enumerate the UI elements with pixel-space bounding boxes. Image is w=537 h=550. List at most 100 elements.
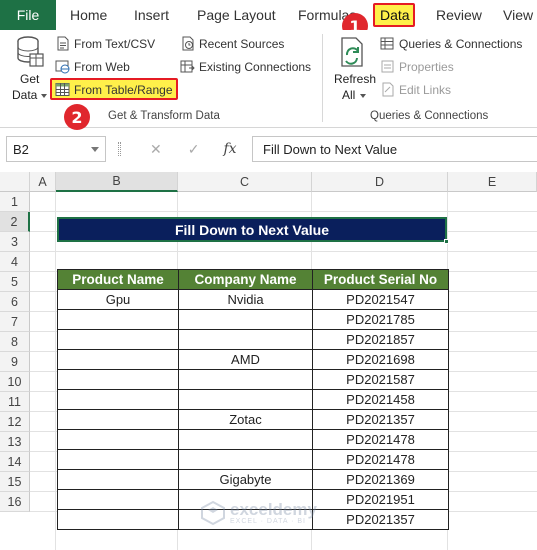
row-header[interactable]: 15	[0, 472, 30, 492]
recent-sources-button[interactable]: Recent Sources	[180, 36, 284, 51]
row-header[interactable]: 1	[0, 192, 30, 212]
get-data-label-2: Data	[12, 88, 38, 102]
product-name-cell[interactable]	[57, 409, 179, 430]
insert-function-icon[interactable]: fx	[223, 141, 236, 157]
table-row: Gigabyte PD2021369	[57, 469, 449, 490]
serial-no-cell[interactable]: PD2021369	[312, 469, 449, 490]
formula-input[interactable]: Fill Down to Next Value	[252, 136, 537, 162]
row-header[interactable]: 14	[0, 452, 30, 472]
edit-links-button[interactable]: Edit Links	[380, 82, 451, 97]
from-web-button[interactable]: From Web	[55, 59, 130, 74]
name-box[interactable]: B2	[6, 136, 106, 162]
company-name-cell[interactable]: Gigabyte	[178, 469, 313, 490]
enter-icon[interactable]: ✓	[188, 141, 200, 158]
row-header[interactable]: 5	[0, 272, 30, 292]
watermark-name: exceldemy	[230, 499, 317, 519]
properties-button[interactable]: Properties	[380, 59, 454, 74]
name-box-value: B2	[13, 141, 29, 157]
row-header[interactable]: 8	[0, 332, 30, 352]
chevron-down-icon	[360, 94, 366, 98]
existing-connections-button[interactable]: Existing Connections	[180, 59, 311, 74]
product-name-cell[interactable]	[57, 309, 179, 330]
tab-page-layout[interactable]: Page Layout	[197, 0, 276, 30]
tab-home[interactable]: Home	[70, 0, 107, 30]
chevron-down-icon	[91, 147, 99, 152]
serial-no-cell[interactable]: PD2021357	[312, 409, 449, 430]
serial-no-cell[interactable]: PD2021357	[312, 509, 449, 530]
fill-handle[interactable]	[444, 239, 449, 244]
serial-no-cell[interactable]: PD2021478	[312, 449, 449, 470]
gridline	[55, 192, 56, 550]
header-product-name[interactable]: Product Name	[57, 269, 179, 290]
company-name-cell[interactable]	[178, 329, 313, 350]
product-name-cell[interactable]	[57, 469, 179, 490]
refresh-all-button[interactable]: Refresh All	[332, 36, 376, 102]
gridline	[30, 251, 537, 252]
from-web-label: From Web	[74, 59, 130, 74]
row-header[interactable]: 9	[0, 352, 30, 372]
tab-review[interactable]: Review	[436, 0, 482, 30]
drag-handle-icon[interactable]	[118, 142, 121, 156]
select-all-corner[interactable]	[0, 172, 30, 192]
row-header[interactable]: 2	[0, 212, 30, 232]
from-table-range-button[interactable]: From Table/Range	[55, 82, 173, 97]
row-header[interactable]: 7	[0, 312, 30, 332]
table-icon	[55, 83, 70, 96]
column-header-b[interactable]: B	[56, 172, 178, 192]
tab-insert[interactable]: Insert	[134, 0, 169, 30]
company-name-cell[interactable]	[178, 369, 313, 390]
serial-no-cell[interactable]: PD2021547	[312, 289, 449, 310]
get-data-button[interactable]: Get Data	[10, 36, 48, 102]
product-name-cell[interactable]	[57, 489, 179, 510]
column-header-d[interactable]: D	[312, 172, 448, 192]
queries-connections-button[interactable]: Queries & Connections	[380, 36, 522, 51]
company-name-cell[interactable]: AMD	[178, 349, 313, 370]
serial-no-cell[interactable]: PD2021587	[312, 369, 449, 390]
refresh-label-2: All	[342, 88, 356, 102]
product-name-cell[interactable]	[57, 329, 179, 350]
row-header[interactable]: 16	[0, 492, 30, 512]
row-header[interactable]: 4	[0, 252, 30, 272]
column-header-e[interactable]: E	[448, 172, 537, 192]
serial-no-cell[interactable]: PD2021698	[312, 349, 449, 370]
company-name-cell[interactable]	[178, 449, 313, 470]
get-transform-group-label: Get & Transform Data	[108, 110, 220, 122]
row-header[interactable]: 3	[0, 232, 30, 252]
header-company-name[interactable]: Company Name	[178, 269, 313, 290]
row-header[interactable]: 11	[0, 392, 30, 412]
company-name-cell[interactable]	[178, 309, 313, 330]
header-product-serial-no[interactable]: Product Serial No	[312, 269, 449, 290]
product-name-cell[interactable]	[57, 389, 179, 410]
product-name-cell[interactable]	[57, 509, 179, 530]
serial-no-cell[interactable]: PD2021857	[312, 329, 449, 350]
company-name-cell[interactable]	[178, 389, 313, 410]
tab-file[interactable]: File	[0, 0, 56, 30]
table-row: PD2021587	[57, 369, 449, 390]
serial-no-cell[interactable]: PD2021951	[312, 489, 449, 510]
watermark-tagline: EXCEL · DATA · BI	[230, 517, 306, 525]
cancel-icon[interactable]: ✕	[150, 141, 162, 158]
serial-no-cell[interactable]: PD2021785	[312, 309, 449, 330]
product-name-cell[interactable]	[57, 349, 179, 370]
product-name-cell[interactable]: Gpu	[57, 289, 179, 310]
row-header[interactable]: 13	[0, 432, 30, 452]
column-header-c[interactable]: C	[178, 172, 312, 192]
column-header-a[interactable]: A	[30, 172, 56, 192]
tab-view[interactable]: View	[503, 0, 533, 30]
company-name-cell[interactable]: Nvidia	[178, 289, 313, 310]
tab-data[interactable]: Data	[380, 0, 410, 30]
company-name-cell[interactable]	[178, 429, 313, 450]
serial-no-cell[interactable]: PD2021478	[312, 429, 449, 450]
product-name-cell[interactable]	[57, 429, 179, 450]
product-name-cell[interactable]	[57, 369, 179, 390]
sheet-title-cell[interactable]: Fill Down to Next Value	[57, 217, 447, 242]
row-header[interactable]: 6	[0, 292, 30, 312]
product-name-cell[interactable]	[57, 449, 179, 470]
from-text-csv-button[interactable]: From Text/CSV	[55, 36, 155, 51]
row-header[interactable]: 10	[0, 372, 30, 392]
from-table-range-label: From Table/Range	[74, 82, 173, 97]
row-header[interactable]: 12	[0, 412, 30, 432]
table-row: PD2021857	[57, 329, 449, 350]
company-name-cell[interactable]: Zotac	[178, 409, 313, 430]
serial-no-cell[interactable]: PD2021458	[312, 389, 449, 410]
